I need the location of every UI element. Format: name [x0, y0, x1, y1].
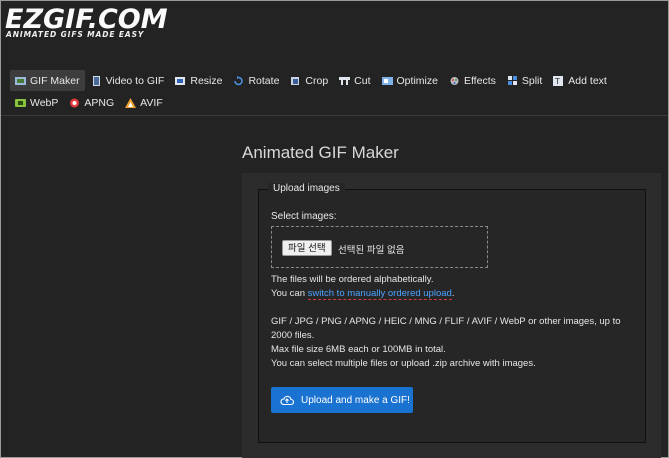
nav-item-optimize[interactable]: Optimize	[377, 70, 443, 91]
apng-icon	[70, 98, 80, 107]
formats-note-line-2: 2000 files.	[271, 330, 315, 341]
page-title: Animated GIF Maker	[242, 143, 399, 162]
crop-icon	[291, 76, 300, 85]
site-tagline: ANIMATED GIFS MADE EASY	[6, 30, 145, 39]
nav-item-gif-maker[interactable]: GIF Maker	[10, 70, 85, 91]
upload-and-make-gif-button[interactable]: Upload and make a GIF!	[271, 387, 413, 413]
nav-label: GIF Maker	[30, 74, 80, 87]
nav-item-cut[interactable]: Cut	[334, 70, 375, 91]
nav-item-crop[interactable]: Crop	[285, 70, 333, 91]
nav-item-video-to-gif[interactable]: Video to GIF	[86, 70, 170, 91]
gif-maker-icon	[15, 76, 26, 85]
nav-label: Video to GIF	[105, 74, 165, 87]
order-note: The files will be ordered alphabetically…	[271, 274, 434, 285]
cloud-upload-icon	[280, 395, 294, 406]
svg-text:T: T	[554, 77, 560, 86]
nav-item-apng[interactable]: APNG	[64, 92, 119, 113]
site-header: EZGIF.COM ANIMATED GIFS MADE EASY	[1, 1, 668, 67]
choose-file-button[interactable]: 파일 선택	[282, 240, 332, 256]
nav-label: Cut	[354, 74, 371, 87]
cut-icon	[339, 76, 351, 85]
nav-label: Effects	[463, 74, 496, 87]
nav-item-add-text[interactable]: T Add text	[548, 70, 612, 91]
upload-panel: Upload images Select images: 파일 선택 선택된 파…	[242, 173, 661, 458]
size-note: Max file size 6MB each or 100MB in total…	[271, 344, 446, 355]
switch-manual-upload-link[interactable]: switch to manually ordered upload	[307, 288, 452, 300]
nav-label: Add text	[568, 74, 607, 87]
text-icon: T	[553, 75, 564, 86]
avif-icon	[125, 97, 137, 108]
switch-prefix: You can	[271, 288, 308, 299]
resize-icon	[175, 76, 186, 85]
optimize-icon	[381, 76, 393, 85]
nav-label: Resize	[190, 74, 223, 87]
nav-item-split[interactable]: Split	[502, 70, 547, 91]
nav-label: WebP	[30, 96, 59, 109]
rotate-icon	[234, 75, 244, 85]
upload-button-label: Upload and make a GIF!	[301, 394, 410, 406]
select-images-label: Select images:	[271, 211, 337, 222]
no-file-selected-text: 선택된 파일 없음	[338, 245, 405, 256]
webp-icon	[15, 98, 26, 107]
split-icon	[507, 75, 517, 85]
nav-item-webp[interactable]: WebP	[10, 92, 63, 113]
effects-icon	[450, 76, 459, 85]
switch-suffix: .	[451, 288, 455, 299]
nav-label: Rotate	[248, 74, 280, 87]
nav-item-effects[interactable]: Effects	[444, 70, 501, 91]
nav-label: Split	[521, 74, 543, 87]
film-icon	[92, 75, 100, 86]
nav-item-avif[interactable]: AVIF	[120, 92, 168, 113]
main-nav: GIF Maker Video to GIF Resize Rotate Cro…	[10, 70, 660, 114]
nav-item-resize[interactable]: Resize	[170, 70, 227, 91]
formats-note-line-1: GIF / JPG / PNG / APNG / HEIC / MNG / FL…	[271, 316, 621, 327]
nav-label: AVIF	[140, 96, 163, 109]
nav-item-rotate[interactable]: Rotate	[228, 70, 284, 91]
nav-divider	[1, 115, 668, 116]
nav-label: Optimize	[396, 74, 438, 87]
file-drop-zone[interactable]: 파일 선택 선택된 파일 없음	[271, 226, 488, 268]
upload-legend: Upload images	[268, 183, 345, 194]
switch-upload-line: You can switch to manually ordered uploa…	[271, 287, 454, 301]
nav-label: APNG	[84, 96, 115, 109]
nav-label: Crop	[305, 74, 329, 87]
multi-upload-note: You can select multiple files or upload …	[271, 358, 536, 369]
upload-fieldset: Upload images Select images: 파일 선택 선택된 파…	[258, 183, 646, 443]
